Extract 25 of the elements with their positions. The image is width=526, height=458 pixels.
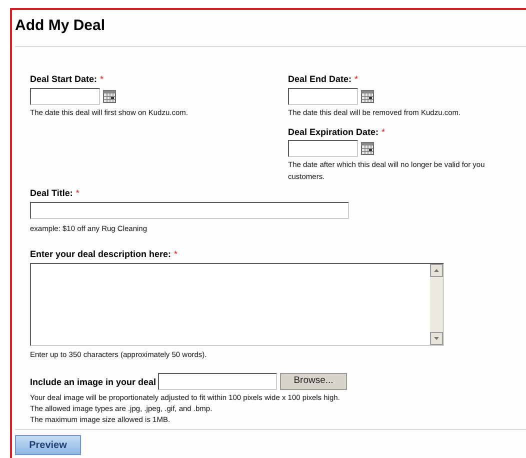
field-label: Include an image in your deal: [30, 376, 156, 389]
calendar-icon[interactable]: [361, 90, 374, 102]
field-label: Deal End Date:: [288, 73, 352, 86]
date-input[interactable]: [288, 88, 358, 104]
required-mark: *: [76, 187, 80, 200]
page-title: Add My Deal: [15, 16, 106, 36]
scroll-down-icon[interactable]: [430, 332, 443, 346]
required-mark: *: [100, 73, 104, 86]
field-label: Enter your deal description here:: [30, 248, 172, 261]
deal-title-input[interactable]: [30, 202, 349, 218]
required-mark: *: [354, 73, 358, 86]
field-label: Deal Start Date:: [30, 73, 98, 86]
date-input[interactable]: [30, 88, 100, 104]
browse-button[interactable]: Browse...: [280, 372, 348, 390]
scrollbar[interactable]: [430, 264, 443, 346]
file-path-input[interactable]: [158, 372, 278, 390]
calendar-icon[interactable]: [361, 142, 374, 155]
field-label: Deal Expiration Date:: [288, 126, 379, 139]
calendar-icon[interactable]: [103, 90, 116, 102]
date-input[interactable]: [288, 140, 358, 157]
scroll-up-icon[interactable]: [430, 264, 443, 278]
field-label: Deal Title:: [30, 187, 73, 200]
required-mark: *: [174, 248, 178, 261]
required-mark: *: [382, 126, 386, 138]
preview-button[interactable]: Preview: [15, 435, 81, 455]
